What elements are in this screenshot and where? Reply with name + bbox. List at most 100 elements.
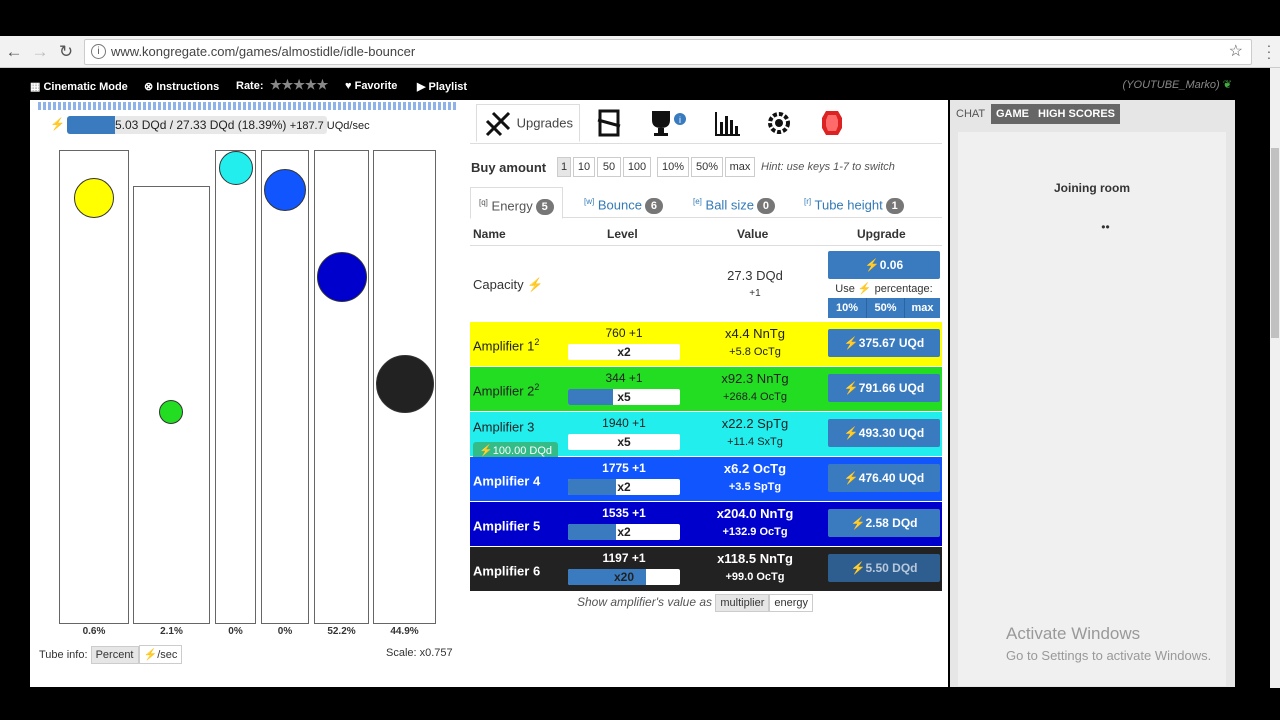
amplifier-multiplier: x2 <box>617 480 631 494</box>
browser-toolbar: ← → ↻ i www.kongregate.com/games/almosti… <box>0 36 1280 68</box>
subtab-tube-height[interactable]: [r] Tube height 1 <box>804 187 904 218</box>
capacity-upgrade-button[interactable]: ⚡0.06 <box>828 251 940 279</box>
playlist-button[interactable]: ▶ Playlist <box>417 80 467 93</box>
tube-info-percent-button[interactable]: Percent <box>90 646 139 664</box>
header-value: Value <box>737 227 769 241</box>
header-level: Level <box>607 227 638 241</box>
username[interactable]: (YOUTUBE_Marko) ❦ <box>1123 78 1232 91</box>
tube-percent: 44.9% <box>390 626 419 637</box>
ball-size-count-badge: 0 <box>756 198 775 215</box>
settings-gear-icon <box>768 112 790 134</box>
buy-amount-label: Buy amount <box>471 160 547 175</box>
amplifier-value-sub: +3.5 SpTg <box>728 481 782 493</box>
amplifier-upgrade-button[interactable]: ⚡375.67 UQd <box>828 329 940 357</box>
back-button[interactable]: ← <box>4 42 24 62</box>
tab-chat[interactable]: CHAT <box>951 104 991 124</box>
amplifier-multiplier-bar: x5 <box>568 389 680 405</box>
show-value-as-label: Show amplifier's value as <box>577 595 713 609</box>
subtab-ball-size[interactable]: [e] Ball size 0 <box>693 187 775 218</box>
amplifier-multiplier: x2 <box>617 345 631 359</box>
tube-info-per-sec-button[interactable]: ⚡/sec <box>138 645 183 664</box>
amplifier-name: Amplifier 4 <box>473 473 541 489</box>
buy-50pct-button[interactable]: 50% <box>691 157 723 177</box>
amplifier-upgrade-button[interactable]: ⚡791.66 UQd <box>828 374 940 402</box>
capacity-value-sub: +1 <box>749 288 761 299</box>
buy-50-button[interactable]: 50 <box>597 157 621 177</box>
amplifier-value-sub: +268.4 OcTg <box>723 391 787 403</box>
activate-windows-subtitle: Go to Settings to activate Windows. <box>1006 648 1212 663</box>
broken-card-icon <box>597 109 621 137</box>
tab-game[interactable]: GAME <box>991 104 1034 124</box>
upgrade-subtabs: [q] Energy 5 [w] Bounce 6 [e] Ball size 0 [… <box>470 187 942 219</box>
amplifier-upgrade-button[interactable]: ⚡2.58 DQd <box>828 509 940 537</box>
amplifier-value: x6.2 OcTg <box>723 461 787 476</box>
ruby-icon <box>822 111 842 135</box>
tube <box>314 150 369 624</box>
tab-upgrades[interactable]: Upgrades <box>476 104 580 142</box>
amplifier-upgrade-button[interactable]: ⚡493.30 UQd <box>828 419 940 447</box>
buy-1-button[interactable]: 1 <box>557 157 571 177</box>
bounce-count-badge: 6 <box>644 198 663 215</box>
subtab-energy[interactable]: [q] Energy 5 <box>470 187 563 219</box>
rating-stars[interactable]: ★★★★★ <box>270 77 328 93</box>
subtab-bounce[interactable]: [w] Bounce 6 <box>584 187 663 218</box>
tab-high-scores[interactable]: HIGH SCORES <box>1033 104 1121 124</box>
tab-achievements[interactable]: i <box>646 108 688 146</box>
bookmark-star-icon[interactable]: ☆ <box>1229 40 1243 64</box>
ball <box>376 355 434 413</box>
buy-10-button[interactable]: 10 <box>573 157 595 177</box>
amplifier-upgrade-button[interactable]: ⚡476.40 UQd <box>828 464 940 492</box>
buy-max-button[interactable]: max <box>725 157 755 177</box>
amplifier-level: 1775 +1 <box>602 461 646 475</box>
amplifier-value: x204.0 NnTg <box>716 506 794 521</box>
cinematic-mode-button[interactable]: ▦ Cinematic Mode <box>30 80 128 93</box>
instructions-button[interactable]: ⊗ Instructions <box>144 80 219 93</box>
tab-divider <box>470 143 942 144</box>
address-bar[interactable]: i www.kongregate.com/games/almostidle/id… <box>84 39 1252 65</box>
amplifier-multiplier-bar: x2 <box>568 479 680 495</box>
amplifier-value: x118.5 NnTg <box>717 551 793 566</box>
amplifier-multiplier-bar: x2 <box>568 344 680 360</box>
tab-stats[interactable] <box>712 108 742 146</box>
favorite-button[interactable]: ♥ Favorite <box>345 80 397 92</box>
tube <box>215 150 256 624</box>
energy-bar-fill <box>67 116 115 134</box>
header-upgrade: Upgrade <box>857 227 906 241</box>
tab-settings[interactable] <box>764 108 794 146</box>
gear-icon: ⊗ <box>144 81 157 93</box>
reload-button[interactable]: ↻ <box>56 42 76 62</box>
play-icon: ▶ <box>417 81 429 93</box>
scrollbar-thumb[interactable] <box>1271 148 1279 338</box>
amplifier-upgrade-button[interactable]: ⚡5.50 DQd <box>828 554 940 582</box>
tube-info-label: Tube info: <box>39 649 88 661</box>
amplifier-value-sub: +5.8 OcTg <box>729 346 781 358</box>
header-name: Name <box>473 227 506 241</box>
tab-gems[interactable] <box>820 108 844 146</box>
browser-menu-icon[interactable]: · · · <box>1264 38 1274 64</box>
capacity-10pct-button[interactable]: 10% <box>828 298 866 318</box>
energy-count-badge: 5 <box>535 199 554 216</box>
trophy-icon: i <box>652 111 686 136</box>
main-tabs: Upgrades i <box>476 104 946 144</box>
capacity-50pct-button[interactable]: 50% <box>866 298 904 318</box>
forward-button[interactable]: → <box>30 42 50 62</box>
ball <box>317 252 367 302</box>
amplifier-multiplier: x20 <box>613 570 635 584</box>
bar-chart-icon <box>715 112 740 136</box>
tube <box>59 150 129 624</box>
ball <box>219 151 253 185</box>
tab-prestige[interactable] <box>594 108 624 146</box>
page-scrollbar[interactable] <box>1270 68 1280 688</box>
amplifier-name: Amplifier 6 <box>473 563 541 579</box>
show-energy-button[interactable]: energy <box>769 594 814 612</box>
tube-percent: 0% <box>277 626 293 637</box>
show-multiplier-button[interactable]: multiplier <box>715 594 770 612</box>
info-icon[interactable]: i <box>91 44 106 59</box>
buy-10pct-button[interactable]: 10% <box>657 157 689 177</box>
capacity-max-button[interactable]: max <box>904 298 940 318</box>
amplifier-multiplier-bar: x2 <box>568 524 680 540</box>
os-top-bar <box>0 0 1280 36</box>
joining-room-text: Joining room <box>1054 181 1130 195</box>
buy-100-button[interactable]: 100 <box>623 157 651 177</box>
amplifier-value: x4.4 NnTg <box>725 326 785 341</box>
